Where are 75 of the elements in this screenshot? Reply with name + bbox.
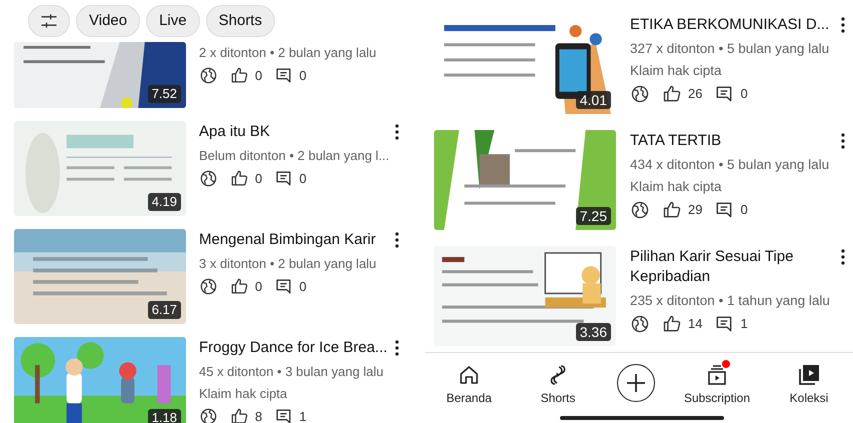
video-meta: 327 x ditonton • 5 bulan yang lalu (630, 40, 830, 58)
video-title[interactable]: Mengenal Bimbingan Karir (199, 230, 376, 250)
comment-icon (274, 66, 294, 86)
comment-icon (274, 169, 294, 188)
filter-button[interactable] (28, 5, 70, 37)
comment-count: 0 (740, 85, 748, 104)
copyright-claim: Klaim hak cipta (630, 178, 723, 196)
filter-chip[interactable]: Live (146, 5, 200, 37)
globe-icon (630, 314, 650, 334)
comment-count: 0 (299, 278, 306, 296)
like-count: 8 (255, 408, 262, 423)
like-count: 0 (255, 278, 262, 296)
globe-icon (199, 66, 218, 86)
video-title[interactable]: Froggy Dance for Ice Brea... (199, 338, 388, 358)
library-icon (796, 363, 821, 387)
video-meta: 235 x ditonton • 1 tahun yang lalu (630, 292, 831, 310)
copyright-claim: Klaim hak cipta (199, 385, 288, 403)
video-meta: 45 x ditonton • 3 bulan yang lalu (199, 363, 385, 381)
more-icon (395, 340, 399, 356)
comment-icon (714, 84, 734, 104)
globe-icon (199, 169, 218, 188)
video-meta: 434 x ditonton • 5 bulan yang lalu (630, 156, 830, 174)
globe-icon (199, 277, 218, 296)
library-tab[interactable]: Koleksi (778, 363, 839, 407)
video-meta: 2 x ditonton • 2 bulan yang lalu (199, 44, 378, 62)
thumbs-up-icon (662, 314, 682, 334)
video-meta: Belum ditonton • 2 bulan yang l... (199, 147, 390, 165)
create-button[interactable] (616, 364, 655, 402)
like-count: 29 (688, 201, 702, 220)
more-icon (395, 232, 399, 248)
comment-icon (714, 200, 734, 220)
thumbs-up-icon (230, 169, 249, 188)
duration-badge: 6.17 (148, 301, 181, 319)
thumbs-up-icon (230, 407, 249, 423)
comment-count: 1 (299, 408, 306, 423)
video-meta: 3 x ditonton • 2 bulan yang lalu (199, 255, 378, 273)
duration-badge: 7.25 (576, 207, 611, 225)
filter-chip[interactable]: Shorts (206, 5, 275, 37)
duration-badge: 3.36 (576, 323, 611, 341)
like-count: 0 (255, 170, 262, 188)
video-title[interactable]: ETIKA BERKOMUNIKASI D... (630, 15, 832, 35)
thumbs-up-icon (230, 66, 249, 86)
more-icon (841, 17, 845, 33)
globe-icon (630, 200, 650, 220)
thumbs-up-icon (662, 84, 682, 104)
globe-icon (630, 84, 650, 104)
more-icon (395, 124, 399, 140)
comment-icon (274, 277, 294, 296)
subscriptions-tab[interactable]: Subscription (684, 363, 750, 407)
duration-badge: 4.19 (148, 193, 181, 211)
video-title[interactable]: TATA TERTIB (630, 131, 724, 151)
home-icon (457, 363, 481, 387)
copyright-claim: Klaim hak cipta (630, 62, 723, 80)
shorts-tab[interactable]: Shorts (528, 363, 588, 407)
comment-count: 0 (299, 67, 306, 85)
video-title[interactable]: Apa itu BK (199, 122, 270, 142)
globe-icon (199, 407, 218, 423)
duration-badge: 4.01 (576, 91, 611, 109)
video-title[interactable]: Pilihan Karir Sesuai Tipe Kepribadian (630, 247, 835, 287)
more-icon (841, 133, 845, 149)
filter-chip[interactable]: Video (76, 5, 140, 37)
more-icon (841, 249, 845, 265)
like-count: 26 (688, 85, 702, 104)
like-count: 0 (255, 67, 262, 85)
comment-icon (274, 407, 294, 423)
duration-badge: 1.18 (148, 409, 181, 423)
duration-badge: 7.52 (148, 85, 181, 103)
thumbs-up-icon (230, 277, 249, 296)
comment-count: 0 (740, 201, 748, 220)
comment-count: 1 (740, 315, 748, 334)
comment-icon (714, 314, 734, 334)
home-tab[interactable]: Beranda (439, 363, 499, 407)
thumbs-up-icon (662, 200, 682, 220)
comment-count: 0 (299, 170, 306, 188)
like-count: 14 (688, 315, 702, 334)
